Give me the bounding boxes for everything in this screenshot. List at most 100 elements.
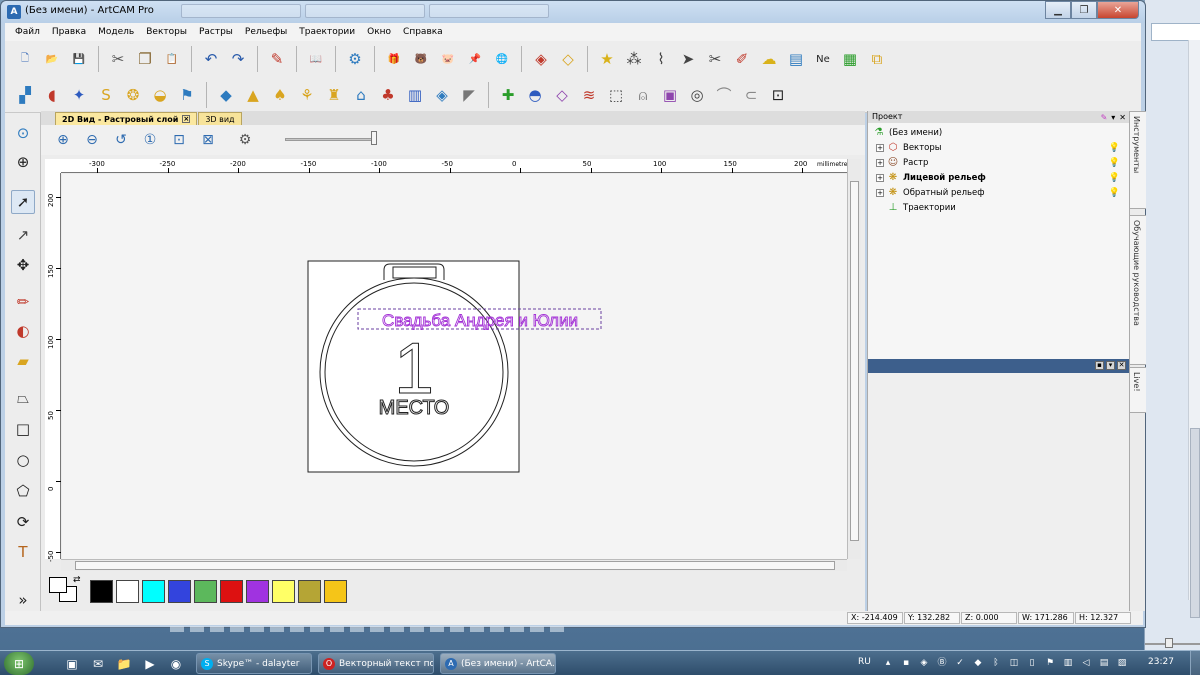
show-desktop-button[interactable] xyxy=(1190,651,1200,675)
title-bar[interactable]: A (Без имени) - ArtCAM Pro ▁ ❐ ✕ xyxy=(1,1,1145,23)
tray-app-icon[interactable]: ✓ xyxy=(954,657,966,669)
tray-arrow-icon[interactable]: ▴ xyxy=(882,657,894,669)
menu-item[interactable]: Файл xyxy=(9,27,46,37)
menu-item[interactable]: Правка xyxy=(46,27,92,37)
visibility-bulb-icon[interactable]: 💡 xyxy=(1109,173,1120,183)
sprout-icon[interactable]: ⚘ xyxy=(295,83,319,107)
pin-icon[interactable]: 📌 xyxy=(463,47,487,71)
palette-swatch[interactable] xyxy=(324,579,347,603)
arch-icon[interactable]: ⌂ xyxy=(349,83,373,107)
splitter-pin-icon[interactable]: ▪ xyxy=(1095,361,1104,370)
zoom-out-icon[interactable]: ⊖ xyxy=(80,128,104,152)
minimize-button[interactable]: ▁ xyxy=(1045,1,1071,19)
menu-item[interactable]: Рельефы xyxy=(239,27,293,37)
network-icon[interactable]: ▥ xyxy=(1062,657,1074,669)
side-tab-live[interactable]: Live! xyxy=(1130,367,1146,413)
zoom-slider-track[interactable] xyxy=(285,138,377,141)
curve-icon[interactable]: ⌒ xyxy=(712,83,736,107)
add-relief-icon[interactable]: ✚ xyxy=(496,83,520,107)
zoom-1to1-icon[interactable]: ① xyxy=(138,128,162,152)
relief-clipart-icon[interactable]: 🎁 xyxy=(382,47,406,71)
arc-text[interactable]: Свадьба Андрея и Юлии xyxy=(382,311,579,331)
menu-item[interactable]: Векторы xyxy=(140,27,193,37)
primary-color[interactable] xyxy=(49,577,67,593)
taskbar-folder-icon[interactable]: 📁 xyxy=(114,655,134,672)
select-arrow-icon[interactable]: ➚ xyxy=(11,190,35,214)
doc-tab[interactable]: 3D вид xyxy=(198,112,242,125)
panel-dropdown-icon[interactable]: ▾ xyxy=(1111,112,1115,124)
tray-app-icon[interactable]: ▯ xyxy=(1026,657,1038,669)
palette-swatch[interactable] xyxy=(272,579,295,603)
palette-swatch[interactable] xyxy=(298,579,321,603)
palette-swatch[interactable] xyxy=(246,579,269,603)
column-icon[interactable]: ▥ xyxy=(403,83,427,107)
expand-icon[interactable]: + xyxy=(876,188,884,197)
canvas-vertical-scrollbar[interactable] xyxy=(847,159,861,559)
taskbar-browser-icon[interactable]: ◉ xyxy=(166,655,186,672)
sphere-view-icon[interactable]: ⊕ xyxy=(11,150,35,174)
expand-icon[interactable]: + xyxy=(876,173,884,182)
tree-item[interactable]: + ☺ Растр 💡 xyxy=(872,155,1126,170)
close-tab-icon[interactable]: × xyxy=(182,115,191,123)
nesting-icon[interactable]: Ne xyxy=(811,47,835,71)
vertical-scroll-thumb[interactable] xyxy=(850,181,859,541)
weave-icon[interactable]: ❂ xyxy=(121,83,145,107)
taskbar-task[interactable]: A (Без имени) - ArtCA... xyxy=(440,653,556,674)
background-scrollbar[interactable] xyxy=(1188,40,1200,618)
model-wizard-icon[interactable]: ⚙ xyxy=(343,47,367,71)
rectangle-icon[interactable]: □ xyxy=(11,417,35,441)
zoom-previous-icon[interactable]: ↺ xyxy=(109,128,133,152)
tray-app-icon[interactable]: ▤ xyxy=(1098,657,1110,669)
tree-item[interactable]: + ❋ Лицевой рельеф 💡 xyxy=(872,170,1126,185)
redo-icon[interactable]: ↷ xyxy=(226,47,250,71)
dashed-shape-icon[interactable]: ⬚ xyxy=(604,83,628,107)
piggy-icon[interactable]: 🐷 xyxy=(436,47,460,71)
volume-icon[interactable]: ◁ xyxy=(1080,657,1092,669)
taskbar-task[interactable]: O Векторный текст по... xyxy=(318,653,434,674)
palette-swatch[interactable] xyxy=(194,579,217,603)
menu-item[interactable]: Модель xyxy=(92,27,140,37)
polyline-icon[interactable]: ⏢ xyxy=(11,386,35,410)
tray-app-icon[interactable]: Ⓑ xyxy=(936,657,948,669)
book-icon[interactable]: 📖 xyxy=(304,47,328,71)
node-edit-icon[interactable]: ↗ xyxy=(11,223,35,247)
wave-icon[interactable]: ≋ xyxy=(577,83,601,107)
taskbar-pinned-app-icon[interactable]: ✉ xyxy=(88,655,108,672)
star-blue-icon[interactable]: ✦ xyxy=(67,83,91,107)
doc-tab[interactable]: 2D Вид - Растровый слой × xyxy=(55,112,198,125)
current-colors[interactable]: ⇄ xyxy=(49,575,83,605)
shield-icon[interactable]: ◖ xyxy=(40,83,64,107)
relief-layer-icon[interactable]: ◒ xyxy=(148,83,172,107)
tree-item[interactable]: + ⬡ Векторы 💡 xyxy=(872,140,1126,155)
place-caption[interactable]: МЕСТО xyxy=(378,397,450,420)
bounding-box-icon[interactable]: ⊡ xyxy=(766,83,790,107)
visibility-bulb-icon[interactable]: 💡 xyxy=(1109,158,1120,168)
menu-item[interactable]: Растры xyxy=(193,27,239,37)
bitmap-to-vector-icon[interactable]: ▞ xyxy=(13,83,37,107)
paint-bucket-icon[interactable]: ◐ xyxy=(11,319,35,343)
close-button[interactable]: ✕ xyxy=(1097,1,1139,19)
frame-icon[interactable]: ▣ xyxy=(658,83,682,107)
arrow-right-icon[interactable]: ➤ xyxy=(676,47,700,71)
mushroom-icon[interactable]: ♠ xyxy=(268,83,292,107)
drawing-canvas[interactable]: 1 МЕСТО Свадьба Андрея и Юлии xyxy=(62,174,847,559)
palette-swatch[interactable] xyxy=(168,579,191,603)
flag-icon[interactable]: ⚑ xyxy=(175,83,199,107)
pencil-icon[interactable]: ✏ xyxy=(11,290,35,314)
new-file-icon[interactable]: 🗋 xyxy=(13,47,37,71)
notes-icon[interactable]: ✎ xyxy=(265,47,289,71)
bear-icon[interactable]: 🐻 xyxy=(409,47,433,71)
zoom-slider-knob[interactable] xyxy=(371,131,377,145)
s-shape-icon[interactable]: S xyxy=(94,83,118,107)
santa-icon[interactable]: ♣ xyxy=(376,83,400,107)
nodes-icon[interactable]: ⁂ xyxy=(622,47,646,71)
panel-close-icon[interactable]: ✕ xyxy=(1119,112,1126,124)
ramp-icon[interactable]: ◤ xyxy=(457,83,481,107)
open-folder-icon[interactable]: 📂 xyxy=(40,47,64,71)
tray-app-icon[interactable]: ◈ xyxy=(918,657,930,669)
text-block-icon[interactable]: ▦ xyxy=(838,47,862,71)
background-address-bar[interactable] xyxy=(1151,23,1200,41)
select-relief-icon[interactable]: ◎ xyxy=(685,83,709,107)
menu-item[interactable]: Траектории xyxy=(293,27,361,37)
side-tab-tools[interactable]: Инструменты xyxy=(1130,111,1146,209)
